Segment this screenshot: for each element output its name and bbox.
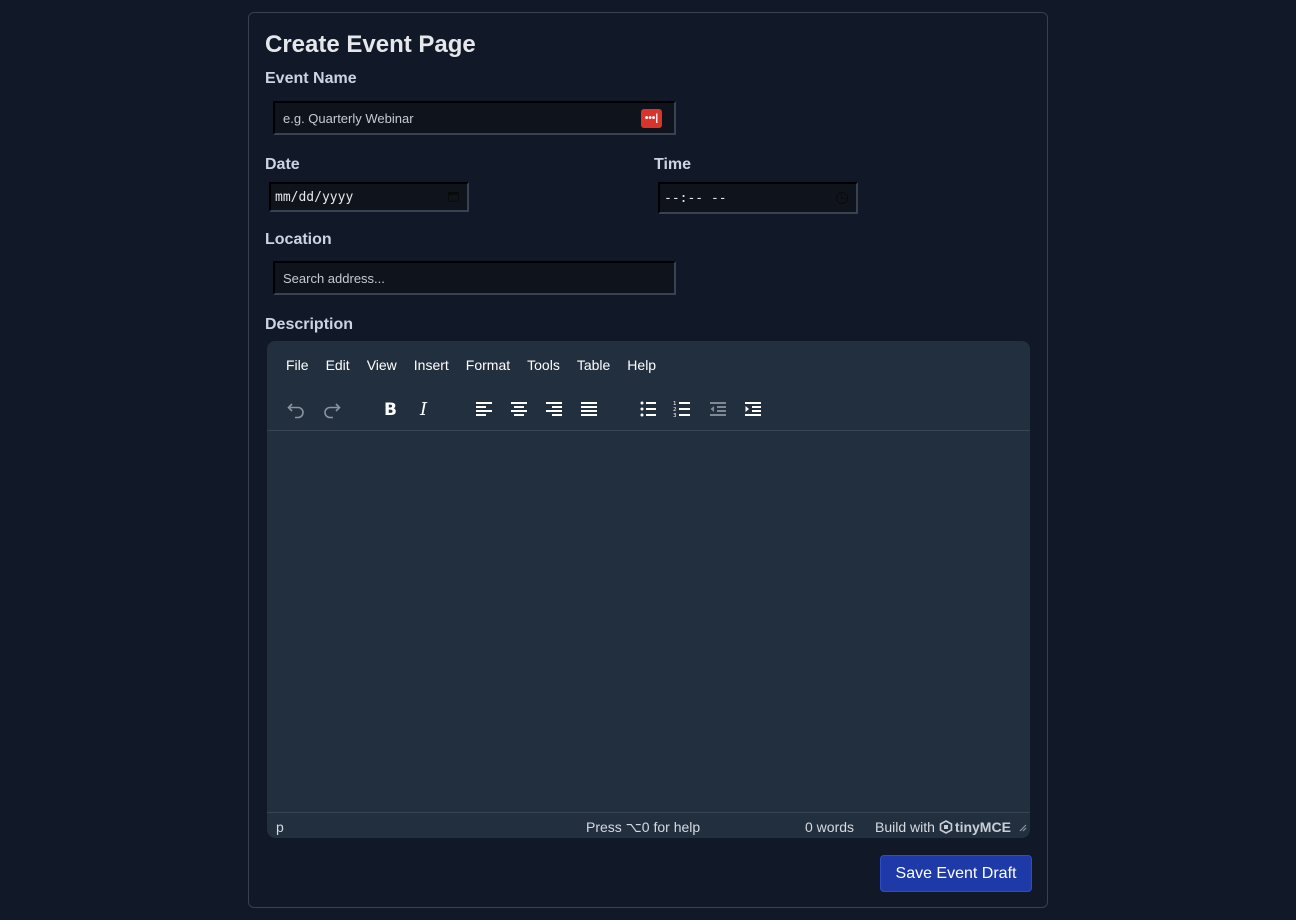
- numbered-list-icon[interactable]: 123: [670, 397, 694, 421]
- resize-handle-icon[interactable]: [1017, 819, 1027, 835]
- description-label: Description: [265, 316, 354, 333]
- location-placeholder: Search address...: [283, 270, 385, 286]
- editor-toolbar: B I 123: [267, 389, 1030, 429]
- date-input[interactable]: mm/dd/yyyy: [269, 182, 469, 212]
- help-hint: Press ⌥0 for help: [586, 819, 701, 835]
- date-placeholder: mm/dd/yyyy: [275, 189, 354, 205]
- bold-icon[interactable]: B: [378, 397, 402, 421]
- tinymce-logo: tinyMCE: [939, 819, 1011, 835]
- menu-help[interactable]: Help: [618, 356, 664, 374]
- menu-format[interactable]: Format: [457, 356, 518, 374]
- calendar-icon[interactable]: [448, 192, 459, 202]
- editor-statusbar: p Press ⌥0 for help 0 words Build with t…: [267, 814, 1030, 838]
- clock-icon[interactable]: [836, 192, 848, 204]
- indent-icon[interactable]: [741, 397, 765, 421]
- menu-view[interactable]: View: [358, 356, 405, 374]
- page-title: Create Event Page: [265, 31, 476, 58]
- event-name-input[interactable]: e.g. Quarterly Webinar •••|: [273, 101, 676, 135]
- save-event-draft-button[interactable]: Save Event Draft: [880, 855, 1032, 892]
- time-input[interactable]: --:-- --: [658, 182, 858, 214]
- align-right-icon[interactable]: [542, 397, 566, 421]
- svg-text:3: 3: [673, 413, 677, 419]
- event-name-label: Event Name: [265, 70, 357, 87]
- bullet-list-icon[interactable]: [636, 397, 660, 421]
- date-label: Date: [265, 156, 300, 173]
- password-manager-icon[interactable]: •••|: [641, 109, 662, 128]
- menu-table[interactable]: Table: [568, 356, 618, 374]
- tinymce-logo-icon: [939, 820, 953, 834]
- event-name-placeholder: e.g. Quarterly Webinar: [283, 110, 414, 126]
- element-path[interactable]: p: [276, 819, 284, 835]
- event-form-card: Create Event Page Event Name e.g. Quarte…: [248, 12, 1048, 908]
- align-center-icon[interactable]: [507, 397, 531, 421]
- align-justify-icon[interactable]: [577, 397, 601, 421]
- brand-link[interactable]: Build with tinyMCE: [875, 819, 1011, 835]
- brand-name: tinyMCE: [954, 819, 1011, 835]
- svg-text:I: I: [419, 399, 428, 419]
- menu-tools[interactable]: Tools: [518, 356, 568, 374]
- word-count[interactable]: 0 words: [805, 819, 854, 835]
- redo-icon[interactable]: [320, 397, 344, 421]
- menu-insert[interactable]: Insert: [405, 356, 457, 374]
- menu-file[interactable]: File: [277, 356, 317, 374]
- time-label: Time: [654, 156, 692, 173]
- brand-prefix: Build with: [875, 819, 935, 835]
- menu-edit[interactable]: Edit: [317, 356, 358, 374]
- editor-content-area[interactable]: [267, 430, 1030, 813]
- svg-text:B: B: [384, 400, 397, 419]
- outdent-icon[interactable]: [706, 397, 730, 421]
- location-label: Location: [265, 231, 332, 248]
- editor-menubar: File Edit View Insert Format Tools Table…: [277, 356, 664, 374]
- align-left-icon[interactable]: [472, 397, 496, 421]
- rich-text-editor: File Edit View Insert Format Tools Table…: [267, 341, 1030, 838]
- location-search-input[interactable]: Search address...: [273, 261, 676, 295]
- time-placeholder: --:-- --: [664, 190, 727, 206]
- italic-icon[interactable]: I: [413, 397, 437, 421]
- undo-icon[interactable]: [284, 397, 308, 421]
